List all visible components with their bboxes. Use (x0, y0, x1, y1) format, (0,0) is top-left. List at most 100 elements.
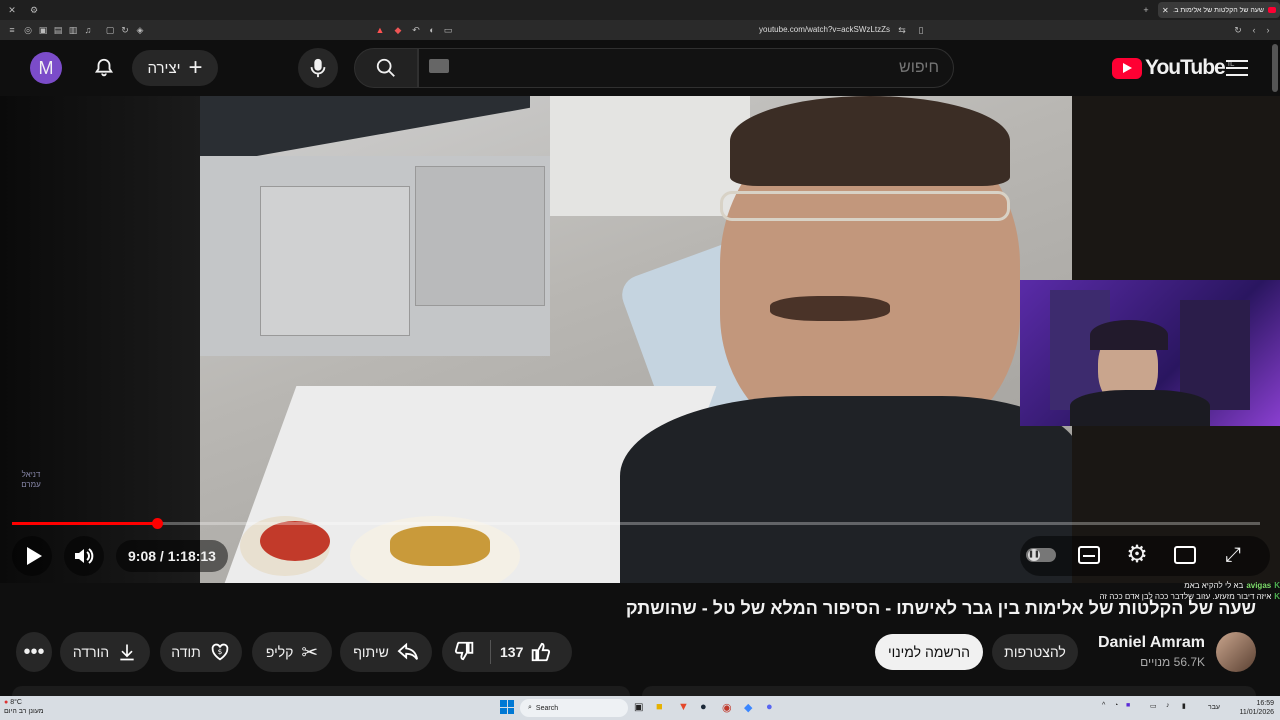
time-separator: / (156, 548, 168, 564)
taskbar-search[interactable]: ⌕ Search (520, 699, 628, 717)
video-player[interactable]: דניאל עמרם 9:08 / 1:18:13 ❚❚ ⚙ ⤢ (0, 96, 1280, 583)
play-button[interactable] (12, 536, 52, 576)
create-label: יצירה (147, 59, 181, 77)
tab-active[interactable]: ✕ שעה של הקלטות של אלימות ב… (1158, 2, 1280, 18)
like-divider (490, 640, 491, 664)
logo-text: YouTube (1145, 56, 1226, 79)
weather-widget[interactable]: ● 8°C מעונן רב היום (4, 698, 84, 718)
close-window-icon[interactable]: ✕ (6, 4, 18, 16)
app-icon-blue[interactable]: ◆ (744, 701, 752, 714)
comments-card[interactable] (642, 686, 1256, 696)
notifications-bell-icon[interactable] (88, 52, 120, 84)
brave-browser-icon[interactable]: ▼ (678, 701, 689, 713)
sidebar-icon[interactable]: ▥ (67, 24, 79, 36)
search-icon: ⌕ (528, 704, 532, 711)
more-actions-icon[interactable]: ••• (16, 632, 52, 672)
thanks-label: תודה (171, 644, 201, 660)
tray-app-icon[interactable]: ■ (1126, 702, 1130, 709)
close-tab-icon[interactable]: ✕ (1162, 6, 1169, 15)
audio-icon[interactable]: ◈ (134, 24, 146, 36)
search-box[interactable] (418, 48, 954, 88)
windows-start-icon[interactable] (500, 700, 514, 714)
back-icon[interactable]: ↶ (410, 24, 422, 36)
clip-button[interactable]: קליפ ✂ (252, 632, 332, 672)
wallet-icon[interactable]: ▣ (37, 24, 49, 36)
tray-battery-icon[interactable]: ▮ (1182, 702, 1186, 710)
dislike-button[interactable] (454, 640, 478, 664)
hamburger-menu-icon[interactable] (1226, 58, 1248, 78)
subscribe-button[interactable]: הרשמה למינוי (875, 634, 983, 670)
nav-forward-icon[interactable]: › (1262, 24, 1274, 36)
description-card[interactable] (12, 686, 630, 696)
create-button[interactable]: יצירה + (132, 50, 218, 86)
avatar[interactable]: M (30, 52, 62, 84)
search-input[interactable] (459, 55, 939, 81)
share-button[interactable]: שיתוף (340, 632, 432, 672)
time-current: 9:08 (128, 548, 157, 564)
page-scrollbar[interactable] (1272, 44, 1278, 92)
extension-icon[interactable]: ◆ (392, 24, 404, 36)
share-label: שיתוף (353, 644, 389, 660)
translate-icon[interactable]: ◐ (426, 24, 438, 36)
music-icon[interactable]: ♫ (82, 24, 94, 36)
settings-gear-icon[interactable]: ⚙ (1124, 542, 1150, 568)
youtube-favicon-icon (1268, 7, 1276, 13)
os-taskbar: ● 8°C מעונן רב היום ⌕ Search ▣ ■ ▼ ● ◉ ◆… (0, 696, 1280, 720)
channel-avatar[interactable] (1216, 632, 1256, 672)
share-page-icon[interactable]: ⇆ (896, 24, 908, 36)
new-tab-icon[interactable]: + (1140, 4, 1152, 16)
tray-wifi-icon[interactable]: ◔ (1114, 702, 1118, 709)
bookmark-icon[interactable]: ▯ (915, 24, 927, 36)
shield-icon[interactable]: ◎ (22, 24, 34, 36)
download-button[interactable]: הורדה (60, 632, 150, 672)
volume-button[interactable] (64, 536, 104, 576)
channel-watermark[interactable]: דניאל עמרם (14, 470, 48, 496)
svg-text:$: $ (217, 647, 222, 656)
clock-date: 11/01/2026 (1239, 709, 1274, 716)
tray-volume-icon[interactable]: ♪ (1166, 702, 1170, 709)
input-language[interactable]: עבר (1208, 704, 1220, 711)
subtitles-icon[interactable] (1078, 546, 1100, 564)
search-button[interactable] (354, 48, 418, 88)
thanks-button[interactable]: תודה $ (160, 632, 242, 672)
file-explorer-icon[interactable]: ■ (656, 701, 663, 713)
reload-icon[interactable]: ↻ (119, 24, 131, 36)
thumbs-up-icon (532, 642, 551, 662)
tab-options-icon[interactable]: ⚙ (28, 4, 40, 16)
brave-shield-icon[interactable]: ▲ (374, 24, 386, 36)
weather-alert-icon: ● (4, 699, 9, 706)
steam-icon[interactable]: ● (700, 701, 707, 713)
tray-network-icon[interactable]: ▭ (1150, 702, 1157, 710)
scissors-icon: ✂ (301, 641, 319, 664)
join-button[interactable]: להצטרפות (992, 634, 1078, 670)
like-count: 137 (500, 644, 524, 660)
screenshot-icon[interactable]: ▢ (104, 24, 116, 36)
task-view-icon[interactable]: ▣ (634, 702, 643, 713)
progress-bar[interactable] (12, 518, 1260, 529)
panel-icon[interactable]: ▤ (52, 24, 64, 36)
youtube-play-logo-icon (1112, 57, 1142, 79)
weather-desc: מעונן רב היום (4, 708, 44, 715)
tray-chevron-icon[interactable]: ^ (1102, 702, 1105, 709)
fullscreen-icon[interactable]: ⤢ (1222, 544, 1244, 566)
channel-name[interactable]: Daniel Amram (1090, 634, 1205, 652)
discord-icon[interactable]: ● (766, 701, 773, 713)
browser-tab-bar: ✕ ⚙ + ✕ שעה של הקלטות של אלימות ב… (0, 0, 1280, 20)
nav-back-icon[interactable]: ‹ (1248, 24, 1260, 36)
app-icon-red[interactable]: ◉ (722, 701, 732, 714)
menu-icon[interactable]: ≡ (6, 24, 18, 36)
like-button[interactable]: 137 (500, 632, 566, 672)
clock[interactable]: 16:59 11/01/2026 (1234, 699, 1274, 717)
youtube-logo[interactable]: YouTube IL (1112, 56, 1234, 80)
headphones (1090, 320, 1168, 350)
chat-badge-icon: K (1274, 581, 1280, 590)
streamer-shirt (1070, 390, 1210, 426)
address-bar[interactable]: youtube.com/watch?v=ackSWzLtzZs (700, 25, 890, 34)
autoplay-toggle[interactable]: ❚❚ (1026, 548, 1056, 562)
miniplayer-icon[interactable] (1174, 546, 1196, 564)
display-icon[interactable]: ▭ (442, 24, 454, 36)
keyboard-icon[interactable] (429, 59, 449, 73)
refresh-icon[interactable]: ↻ (1232, 24, 1244, 36)
scrubber-handle[interactable] (151, 518, 163, 529)
voice-search-button[interactable] (298, 48, 338, 88)
